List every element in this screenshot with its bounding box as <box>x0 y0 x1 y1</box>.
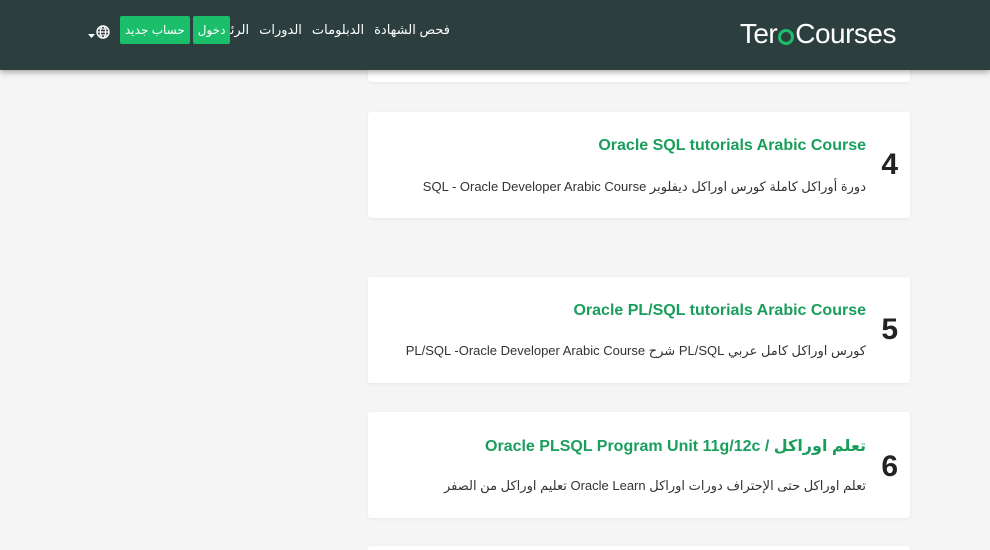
main-nav: الرئيسية الدورات الدبلومات فحص الشهادة <box>204 22 450 38</box>
logo-text-part1: Ter <box>739 18 778 49</box>
logo-text-part2: Courses <box>795 18 896 49</box>
site-logo[interactable]: Ter Courses <box>739 18 897 50</box>
register-button[interactable]: حساب جديد <box>120 16 190 44</box>
logo-o-ring-icon <box>778 29 795 45</box>
course-card[interactable]: 6 تعلم اوراكل / Oracle PLSQL Program Uni… <box>368 412 910 518</box>
top-navbar: Ter Courses الرئيسية الدورات الدبلومات فح… <box>0 0 990 70</box>
course-card[interactable]: 4 Oracle SQL tutorials Arabic Course دور… <box>368 112 910 218</box>
nav-courses-link[interactable]: الدورات <box>259 22 302 38</box>
login-button[interactable]: دخول <box>192 16 231 44</box>
course-description: تعلم اوراكل حتى الإحتراف دورات اوراكل Or… <box>443 478 866 493</box>
course-title-link[interactable]: Oracle SQL tutorials Arabic Course <box>598 137 866 155</box>
course-description: دورة أوراكل كاملة كورس اوراكل ديفلوبر SQ… <box>422 179 866 194</box>
course-description: كورس اوراكل كامل عربي PL/SQL شرح PL/SQL … <box>405 343 866 358</box>
nav-certificate-check-link[interactable]: فحص الشهادة <box>374 22 450 38</box>
language-selector[interactable] <box>88 25 110 44</box>
course-number: 4 <box>881 148 898 181</box>
course-number: 6 <box>881 450 898 483</box>
course-title-link[interactable]: تعلم اوراكل / Oracle PLSQL Program Unit … <box>485 436 866 456</box>
nav-diplomas-link[interactable]: الدبلومات <box>312 22 364 38</box>
chevron-down-icon <box>88 26 95 44</box>
course-card[interactable]: 5 Oracle PL/SQL tutorials Arabic Course … <box>368 277 910 383</box>
course-number: 5 <box>881 313 898 346</box>
course-title-link[interactable]: Oracle PL/SQL tutorials Arabic Course <box>573 302 866 320</box>
globe-icon <box>96 25 110 44</box>
course-card-partial-bottom <box>368 546 910 550</box>
auth-buttons: حساب جديد دخول <box>120 16 231 44</box>
